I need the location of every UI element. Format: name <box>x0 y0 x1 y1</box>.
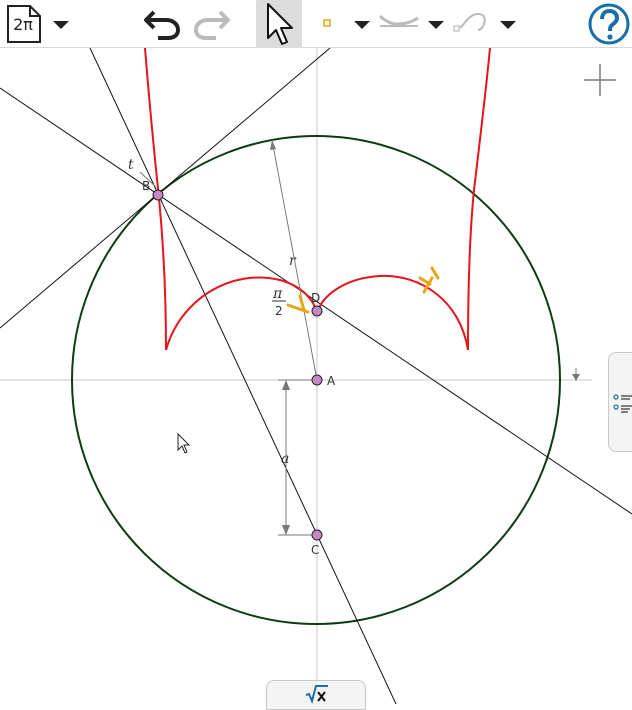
list-icon <box>613 394 632 413</box>
arrowhead-icon <box>282 525 290 535</box>
input-bar-tab[interactable] <box>266 680 366 710</box>
arrowhead-icon <box>270 140 276 150</box>
zoom-plus-button[interactable] <box>580 60 620 100</box>
chevron-down-icon <box>53 21 69 29</box>
point-c[interactable] <box>311 529 323 541</box>
point-tool-button[interactable] <box>312 0 342 48</box>
angle-marker-d <box>286 294 310 314</box>
line-tool-menu[interactable] <box>424 0 448 48</box>
pointer-arrow-icon <box>267 3 293 45</box>
point-b[interactable] <box>152 189 164 201</box>
file-menu-button[interactable] <box>48 0 74 48</box>
graphics-canvas[interactable]: B D A C r a t π 2 <box>0 48 632 704</box>
label-d: D <box>311 291 320 305</box>
chevron-down-icon <box>354 21 370 29</box>
question-mark-icon <box>588 3 630 45</box>
sqrt-x-icon <box>305 685 328 704</box>
file-button[interactable]: 2π <box>0 0 48 48</box>
line-tool-button[interactable] <box>376 0 422 48</box>
line-tool-icon <box>378 14 419 27</box>
undo-button[interactable] <box>140 0 186 48</box>
redo-arrow-icon <box>193 10 230 40</box>
curve-tool-menu[interactable] <box>496 0 520 48</box>
chevron-down-icon <box>500 21 516 29</box>
help-button[interactable] <box>586 0 632 48</box>
label-t: t <box>128 157 134 173</box>
point-d[interactable] <box>311 305 323 317</box>
red-curve-left-arch[interactable] <box>165 276 318 351</box>
select-tool-button[interactable] <box>256 0 302 48</box>
label-c: C <box>311 543 319 557</box>
label-two: 2 <box>275 304 283 318</box>
point-a[interactable] <box>311 374 323 386</box>
label-pi: π <box>272 286 283 302</box>
arrowhead-icon <box>282 380 290 390</box>
curve-tool-icon <box>453 12 486 32</box>
file-label: 2π <box>13 15 33 34</box>
mouse-cursor-icon <box>177 432 191 454</box>
chevron-down-icon <box>428 21 444 29</box>
undo-arrow-icon <box>144 10 181 40</box>
redo-button[interactable] <box>188 0 234 48</box>
label-b: B <box>142 179 150 193</box>
point-icon <box>323 19 331 27</box>
point-tool-menu[interactable] <box>350 0 374 48</box>
algebra-panel-tab[interactable] <box>608 352 632 452</box>
plus-icon <box>584 64 616 96</box>
red-curve-right-arch[interactable] <box>316 274 469 351</box>
label-a: A <box>327 374 336 388</box>
curve-tool-button[interactable] <box>448 0 494 48</box>
toolbar: 2π <box>0 0 632 48</box>
label-a-dimension: a <box>281 451 289 467</box>
